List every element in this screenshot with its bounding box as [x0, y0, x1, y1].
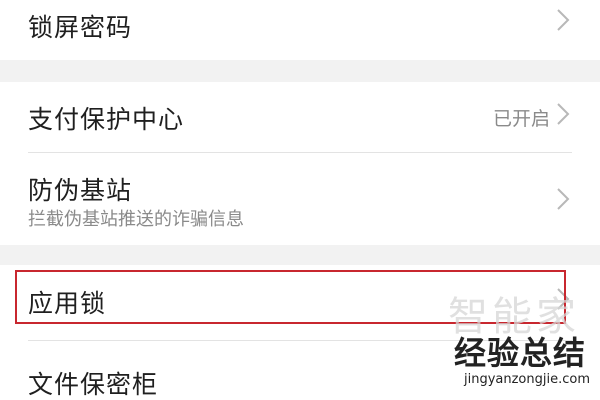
- watermark-middle-text: 经验总结: [453, 334, 586, 372]
- settings-item-title: 文件保密柜: [28, 370, 159, 399]
- settings-item-subtitle: 拦截伪基站推送的诈骗信息: [28, 209, 244, 230]
- settings-item-lock-screen-password[interactable]: 锁屏密码: [0, 0, 600, 60]
- settings-screen: 锁屏密码 支付保护中心 已开启 防伪基站 拦截伪基站推送的诈骗信息 应用锁 文件…: [0, 0, 600, 400]
- section-gap: [0, 245, 600, 265]
- chevron-right-icon: [556, 102, 570, 126]
- settings-item-title: 锁屏密码: [28, 13, 133, 42]
- watermark: 智能家 经验总结 jingyanzongjie.com: [442, 284, 592, 394]
- settings-item-title: 防伪基站: [28, 176, 133, 205]
- watermark-url: jingyanzongjie.com: [463, 372, 590, 387]
- chevron-right-icon: [556, 8, 570, 32]
- status-text: 已开启: [492, 108, 550, 130]
- settings-item-payment-protection[interactable]: 支付保护中心 已开启: [0, 82, 600, 152]
- settings-item-fake-base-station[interactable]: 防伪基站 拦截伪基站推送的诈骗信息: [0, 153, 600, 245]
- settings-item-title: 支付保护中心: [28, 105, 185, 134]
- section-gap: [0, 60, 600, 82]
- chevron-right-icon: [556, 187, 570, 211]
